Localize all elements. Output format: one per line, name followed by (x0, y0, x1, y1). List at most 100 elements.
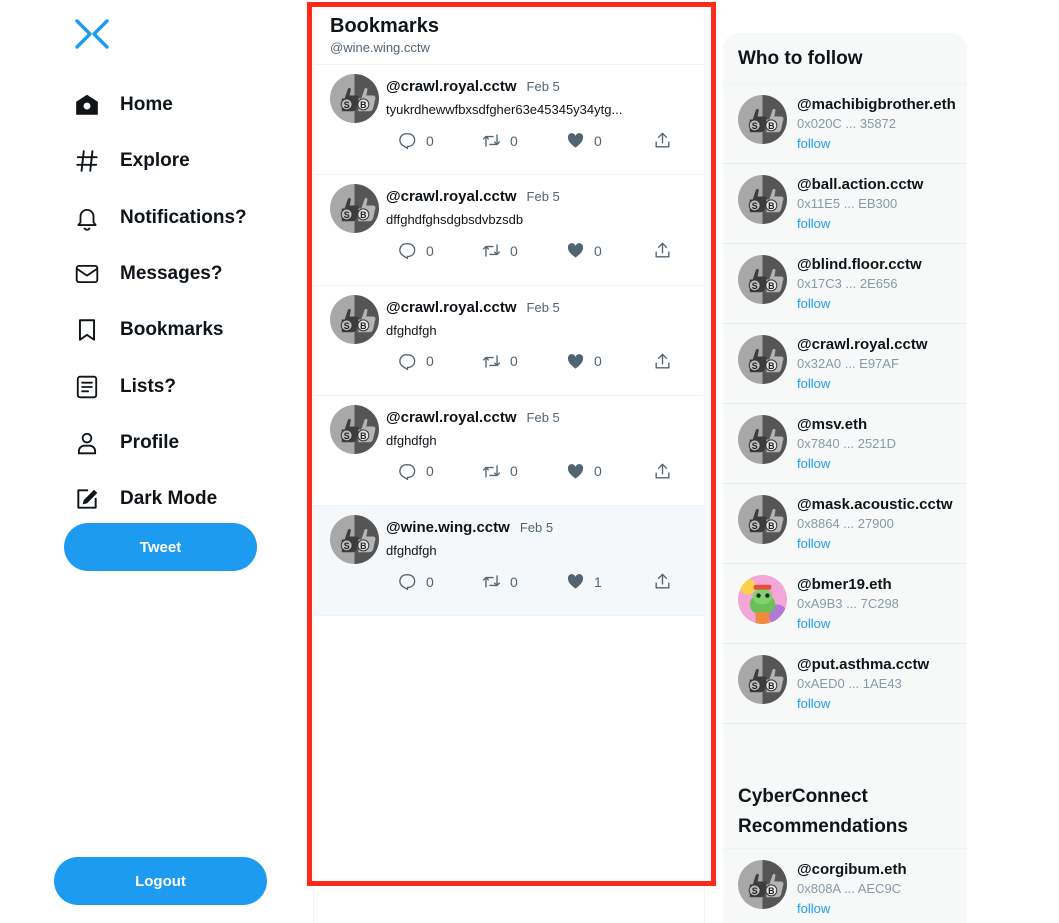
nav-item-notifications[interactable]: Notifications? (72, 190, 247, 246)
reply-count: 0 (426, 463, 434, 480)
nav-label: Lists? (120, 375, 176, 397)
heart-icon (566, 131, 585, 150)
avatar[interactable] (330, 515, 379, 564)
suggestion-address: 0x11E5 ... EB300 (797, 196, 898, 211)
post-date: Feb 5 (526, 189, 560, 205)
follow-link[interactable]: follow (797, 456, 830, 471)
avatar[interactable] (738, 575, 787, 624)
avatar[interactable] (738, 335, 787, 384)
like-count: 1 (594, 573, 602, 590)
avatar[interactable] (330, 405, 379, 454)
post-item[interactable]: @crawl.royal.cctw Feb 5 tyukrdhewwfbxsdfg… (314, 65, 704, 176)
suggestion-handle[interactable]: @msv.eth (797, 416, 867, 433)
nav-label: Explore (120, 150, 190, 172)
post-handle[interactable]: @crawl.royal.cctw (386, 409, 517, 426)
tweet-button[interactable]: Tweet (64, 523, 257, 571)
reply-count: 0 (426, 242, 434, 259)
reply-count: 0 (426, 132, 434, 149)
suggestion-handle[interactable]: @machibigbrother.eth (797, 96, 956, 113)
post-text: dfghdfgh (386, 322, 437, 338)
suggestion-item[interactable]: @crawl.royal.cctw 0x32A0 ... E97AF follo… (723, 324, 967, 404)
reply-button[interactable]: 0 (398, 131, 434, 150)
suggestion-item[interactable]: @mask.acoustic.cctw 0x8864 ... 27900 fol… (723, 484, 967, 564)
avatar[interactable] (738, 95, 787, 144)
suggestion-item[interactable]: @msv.eth 0x7840 ... 2521D follow (723, 404, 967, 484)
suggestion-item[interactable]: @corgibum.eth 0x808A ... AEC9C follow (723, 849, 967, 923)
post-handle[interactable]: @crawl.royal.cctw (386, 188, 517, 205)
suggestion-handle[interactable]: @mask.acoustic.cctw (797, 496, 953, 513)
share-button[interactable] (653, 572, 681, 591)
avatar[interactable] (330, 74, 379, 123)
nav-item-dark-mode[interactable]: Dark Mode (72, 471, 247, 527)
nav-item-lists[interactable]: Lists? (72, 358, 247, 414)
share-button[interactable] (653, 462, 681, 481)
avatar[interactable] (738, 655, 787, 704)
follow-link[interactable]: follow (797, 376, 830, 391)
suggestion-address: 0x7840 ... 2521D (797, 436, 897, 451)
share-button[interactable] (653, 131, 681, 150)
suggestion-address: 0xA9B3 ... 7C298 (797, 596, 899, 611)
follow-link[interactable]: follow (797, 616, 830, 631)
suggestion-handle[interactable]: @bmer19.eth (797, 576, 892, 593)
share-button[interactable] (653, 352, 681, 371)
follow-link[interactable]: follow (797, 136, 830, 151)
post-item[interactable]: @crawl.royal.cctw Feb 5 dffghdfghsdgbsdvb… (314, 175, 704, 286)
suggestion-item[interactable]: @ball.action.cctw 0x11E5 ... EB300 follo… (723, 164, 967, 244)
avatar[interactable] (330, 184, 379, 233)
cyberconnect-logo-icon[interactable] (74, 18, 110, 50)
suggestion-item[interactable]: @bmer19.eth 0xA9B3 ... 7C298 follow (723, 564, 967, 644)
avatar[interactable] (330, 295, 379, 344)
reply-button[interactable]: 0 (398, 462, 434, 481)
follow-link[interactable]: follow (797, 296, 830, 311)
suggestion-item[interactable]: @put.asthma.cctw 0xAED0 ... 1AE43 follow (723, 644, 967, 724)
suggestion-handle[interactable]: @blind.floor.cctw (797, 256, 922, 273)
post-item[interactable]: @wine.wing.cctw Feb 5 dfghdfgh 0 0 1 (314, 506, 704, 617)
retweet-button[interactable]: 0 (482, 352, 518, 371)
avatar[interactable] (738, 415, 787, 464)
post-handle[interactable]: @crawl.royal.cctw (386, 78, 517, 95)
nav-label: Profile (120, 431, 180, 453)
avatar[interactable] (738, 495, 787, 544)
like-button[interactable]: 0 (566, 241, 602, 260)
share-button[interactable] (653, 241, 681, 260)
retweet-count: 0 (510, 353, 518, 370)
nav-item-home[interactable]: Home (72, 77, 247, 133)
post-handle[interactable]: @wine.wing.cctw (386, 519, 510, 536)
like-button[interactable]: 0 (566, 352, 602, 371)
like-button[interactable]: 0 (566, 131, 602, 150)
suggestion-item[interactable]: @machibigbrother.eth 0x020C ... 35872 fo… (723, 84, 967, 164)
follow-link[interactable]: follow (797, 901, 830, 916)
avatar[interactable] (738, 860, 787, 909)
avatar[interactable] (738, 255, 787, 304)
post-handle[interactable]: @crawl.royal.cctw (386, 299, 517, 316)
suggestion-item[interactable]: @blind.floor.cctw 0x17C3 ... 2E656 follo… (723, 244, 967, 324)
suggestion-handle[interactable]: @crawl.royal.cctw (797, 336, 928, 353)
reply-button[interactable]: 0 (398, 352, 434, 371)
post-item[interactable]: @crawl.royal.cctw Feb 5 dfghdfgh 0 0 0 (314, 286, 704, 396)
suggestion-handle[interactable]: @ball.action.cctw (797, 176, 923, 193)
suggestion-handle[interactable]: @put.asthma.cctw (797, 656, 929, 673)
logout-button[interactable]: Logout (54, 857, 267, 905)
post-item[interactable]: @crawl.royal.cctw Feb 5 dfghdfgh 0 0 0 (314, 396, 704, 507)
follow-link[interactable]: follow (797, 536, 830, 551)
nav-item-profile[interactable]: Profile (72, 415, 247, 471)
suggestion-handle[interactable]: @corgibum.eth (797, 861, 907, 878)
like-button[interactable]: 0 (566, 462, 602, 481)
follow-link[interactable]: follow (797, 696, 830, 711)
avatar[interactable] (738, 175, 787, 224)
reply-icon (398, 352, 417, 371)
retweet-button[interactable]: 0 (482, 572, 518, 591)
follow-link[interactable]: follow (797, 216, 830, 231)
recommendations-title: CyberConnect Recommendations (723, 766, 967, 849)
nav-item-explore[interactable]: Explore (72, 133, 247, 189)
like-button[interactable]: 1 (566, 572, 602, 591)
nav-item-bookmarks[interactable]: Bookmarks (72, 302, 247, 358)
retweet-button[interactable]: 0 (482, 131, 518, 150)
nav-item-messages[interactable]: Messages? (72, 246, 247, 302)
nav-label: Messages? (120, 263, 223, 285)
reply-button[interactable]: 0 (398, 572, 434, 591)
share-icon (653, 462, 672, 481)
retweet-button[interactable]: 0 (482, 462, 518, 481)
reply-button[interactable]: 0 (398, 241, 434, 260)
retweet-button[interactable]: 0 (482, 241, 518, 260)
